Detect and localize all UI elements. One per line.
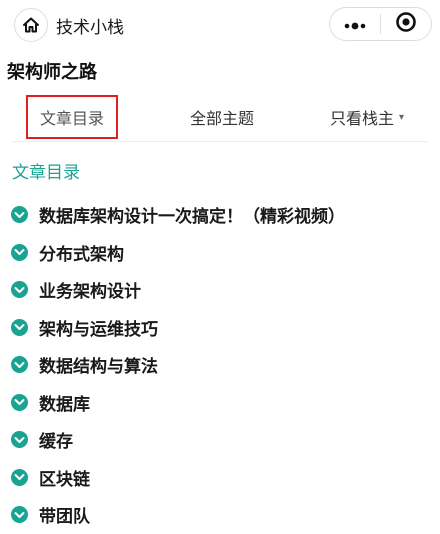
chevron-down-circle-icon <box>11 506 28 524</box>
chevron-down-circle-icon <box>11 318 28 336</box>
tab-label: 只看栈主 <box>330 109 395 128</box>
category-item[interactable]: 架构与运维技巧 <box>0 309 440 347</box>
chevron-down-circle-icon <box>11 243 28 261</box>
chevron-down-circle-icon <box>11 393 28 411</box>
category-label: 带团队 <box>39 507 90 528</box>
target-circle-icon <box>395 11 417 37</box>
category-label: 数据结构与算法 <box>39 357 158 378</box>
category-item[interactable]: 区块链 <box>0 459 440 497</box>
chevron-down-circle-icon <box>11 468 28 486</box>
chevron-down-circle-icon <box>11 281 28 299</box>
category-item[interactable]: 业务架构设计 <box>0 271 440 309</box>
category-item[interactable]: 带团队 <box>0 496 440 534</box>
chevron-down-circle-icon <box>11 431 28 449</box>
tab-label: 文章目录 <box>39 109 104 128</box>
section-title: 文章目录 <box>12 163 80 183</box>
chevron-down-circle-icon <box>11 206 28 224</box>
category-item[interactable]: 数据库架构设计一次搞定！（精彩视频） <box>0 196 440 234</box>
page-title: 架构师之路 <box>7 62 97 83</box>
tab-bar: 文章目录 全部主题 只看栈主 ▾ <box>12 92 428 142</box>
category-label: 缓存 <box>39 432 73 453</box>
chevron-down-circle-icon <box>11 356 28 374</box>
category-label: 数据库架构设计一次搞定！（精彩视频） <box>39 207 345 228</box>
category-list: 数据库架构设计一次搞定！（精彩视频） 分布式架构 业务架构设计 架构与运维技巧 … <box>0 196 440 534</box>
tab-label: 全部主题 <box>189 109 254 128</box>
home-button[interactable]: 技术小栈 <box>8 8 136 42</box>
category-label: 区块链 <box>39 469 90 490</box>
navbar-title: 技术小栈 <box>56 17 124 38</box>
dropdown-caret-icon: ▾ <box>399 111 405 123</box>
miniprogram-capsule <box>329 7 432 41</box>
more-button[interactable] <box>330 8 380 40</box>
category-item[interactable]: 数据结构与算法 <box>0 346 440 384</box>
category-item[interactable]: 分布式架构 <box>0 234 440 272</box>
tab-owner-only[interactable]: 只看栈主 ▾ <box>330 95 428 139</box>
category-item[interactable]: 数据库 <box>0 384 440 422</box>
tab-article-catalog[interactable]: 文章目录 <box>26 95 118 139</box>
home-icon <box>14 8 48 42</box>
top-navbar: 技术小栈 <box>0 0 440 48</box>
more-dots-icon <box>343 15 367 34</box>
close-button[interactable] <box>381 8 432 40</box>
category-label: 业务架构设计 <box>39 282 141 303</box>
category-item[interactable]: 缓存 <box>0 421 440 459</box>
category-label: 分布式架构 <box>39 244 124 265</box>
category-label: 数据库 <box>39 394 90 415</box>
tab-all-topics[interactable]: 全部主题 <box>172 95 272 139</box>
category-label: 架构与运维技巧 <box>39 319 158 340</box>
